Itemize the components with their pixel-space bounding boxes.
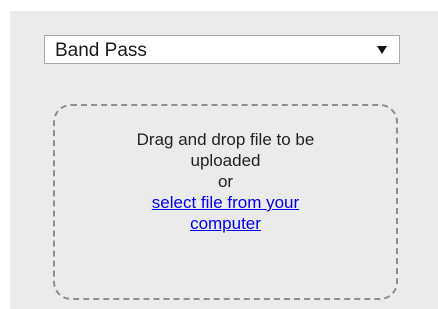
filter-type-selected-value: Band Pass xyxy=(55,40,147,61)
drop-zone-text-line-2: uploaded xyxy=(190,151,261,170)
drop-zone-text-line-1: Drag and drop file to be xyxy=(136,130,315,149)
filter-type-select[interactable]: Band Pass xyxy=(44,35,400,64)
file-drop-zone[interactable]: Drag and drop file to be uploaded or sel… xyxy=(53,104,398,300)
select-file-link[interactable]: select file from your computer xyxy=(121,192,331,234)
drop-zone-or-text: or xyxy=(217,172,234,191)
dropdown-arrow-icon xyxy=(377,46,387,54)
drop-zone-instructions: Drag and drop file to be uploaded or sel… xyxy=(55,129,396,234)
